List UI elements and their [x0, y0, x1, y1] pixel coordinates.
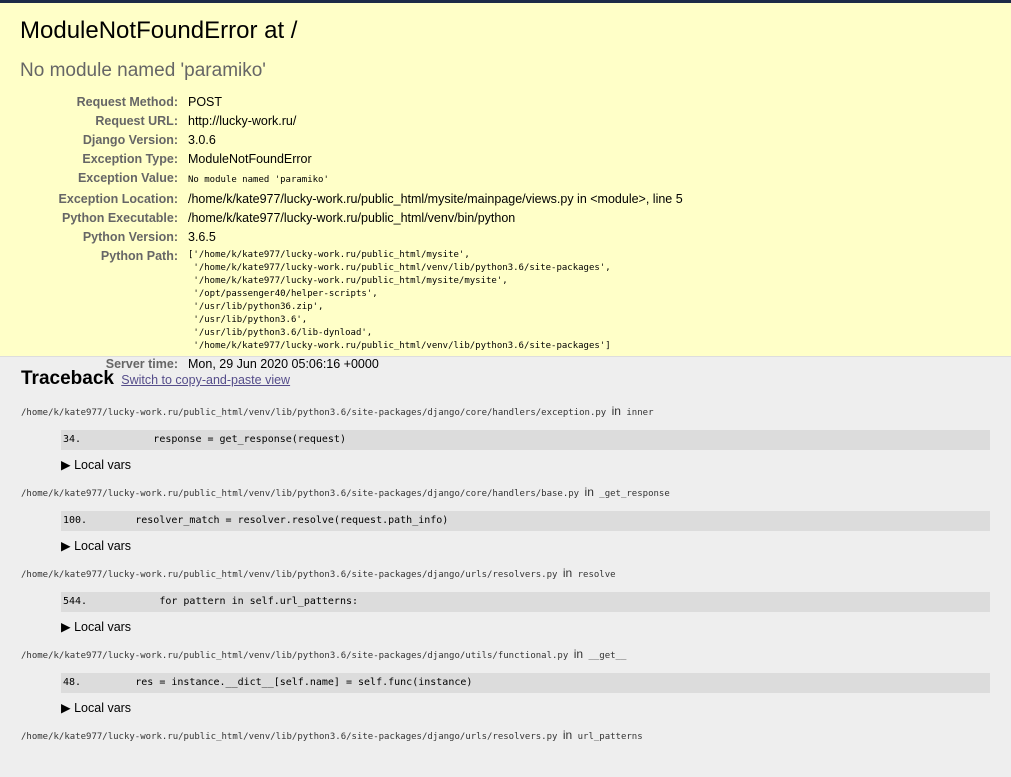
meta-row-exception-location: Exception Location: /home/k/kate977/luck… [30, 190, 683, 209]
frame-filename: /home/k/kate977/lucky-work.ru/public_htm… [21, 566, 990, 582]
frame-filename: /home/k/kate977/lucky-work.ru/public_htm… [21, 404, 990, 420]
frame-file-path: /home/k/kate977/lucky-work.ru/public_htm… [21, 732, 558, 742]
frame-in-word: in [562, 728, 573, 742]
meta-row-python-path: Python Path: ['/home/k/kate977/lucky-wor… [30, 247, 683, 355]
meta-value: 3.0.6 [188, 133, 216, 147]
meta-row-python-version: Python Version: 3.6.5 [30, 228, 683, 247]
meta-label: Python Version: [82, 230, 178, 244]
error-subtitle: No module named 'paramiko' [20, 60, 266, 81]
exception-value: No module named 'paramiko' [188, 175, 329, 185]
frame-context-line[interactable]: 544. for pattern in self.url_patterns: [61, 592, 990, 612]
meta-label: Exception Value: [77, 171, 178, 185]
meta-value: ['/home/k/kate977/lucky-work.ru/public_h… [188, 247, 683, 355]
frame-context-line[interactable]: 100. resolver_match = resolver.resolve(r… [61, 511, 990, 531]
meta-value: POST [188, 95, 223, 109]
meta-row-request-url: Request URL: http://lucky-work.ru/ [30, 112, 683, 131]
meta-value: 3.6.5 [188, 230, 216, 244]
meta-value: /home/k/kate977/lucky-work.ru/public_htm… [188, 211, 516, 225]
meta-row-exception-type: Exception Type: ModuleNotFoundError [30, 150, 683, 169]
meta-label: Request URL: [95, 114, 178, 128]
frame-file-path: /home/k/kate977/lucky-work.ru/public_htm… [21, 570, 558, 580]
traceback-frame: /home/k/kate977/lucky-work.ru/public_htm… [0, 647, 990, 716]
error-summary: ModuleNotFoundError at / No module named… [0, 3, 1011, 371]
request-meta-table: Request Method: POST Request URL: http:/… [30, 93, 683, 374]
traceback-title: Traceback [21, 368, 114, 389]
meta-label: Exception Type: [82, 152, 178, 166]
frame-context-line[interactable]: 34. response = get_response(request) [61, 430, 990, 450]
meta-label: Python Path: [100, 249, 178, 263]
local-vars-toggle[interactable]: ▶ Local vars [61, 619, 990, 635]
meta-row-exception-value: Exception Value: No module named 'parami… [30, 169, 683, 190]
frame-filename: /home/k/kate977/lucky-work.ru/public_htm… [21, 728, 990, 744]
traceback-frame: /home/k/kate977/lucky-work.ru/public_htm… [0, 485, 990, 554]
traceback-section: Traceback Switch to copy-and-paste view … [0, 357, 1011, 762]
meta-value: No module named 'paramiko' [188, 169, 683, 190]
local-vars-toggle[interactable]: ▶ Local vars [61, 457, 990, 473]
frame-in-word: in [611, 404, 621, 418]
local-vars-toggle[interactable]: ▶ Local vars [61, 700, 990, 716]
frame-function: __get__ [588, 651, 627, 661]
switch-to-copy-paste-link[interactable]: Switch to copy-and-paste view [121, 373, 290, 387]
python-path-list: ['/home/k/kate977/lucky-work.ru/public_h… [188, 250, 611, 351]
frame-filename: /home/k/kate977/lucky-work.ru/public_htm… [21, 647, 990, 663]
traceback-frame: /home/k/kate977/lucky-work.ru/public_htm… [0, 728, 990, 744]
frame-file-path: /home/k/kate977/lucky-work.ru/public_htm… [21, 408, 607, 418]
meta-label: Django Version: [82, 133, 178, 147]
meta-label: Python Executable: [62, 211, 178, 225]
meta-label: Request Method: [76, 95, 178, 109]
traceback-frame: /home/k/kate977/lucky-work.ru/public_htm… [0, 404, 990, 473]
frame-function: url_patterns [577, 732, 643, 742]
frame-file-path: /home/k/kate977/lucky-work.ru/public_htm… [21, 489, 580, 499]
meta-row-django-version: Django Version: 3.0.6 [30, 131, 683, 150]
frame-in-word: in [573, 647, 584, 661]
frame-context-line[interactable]: 48. res = instance.__dict__[self.name] =… [61, 673, 990, 693]
meta-value: ModuleNotFoundError [188, 152, 312, 166]
frame-filename: /home/k/kate977/lucky-work.ru/public_htm… [21, 485, 990, 501]
meta-value: /home/k/kate977/lucky-work.ru/public_htm… [188, 192, 683, 206]
error-title: ModuleNotFoundError at / [20, 17, 298, 44]
frame-function: _get_response [599, 489, 670, 499]
meta-value: http://lucky-work.ru/ [188, 114, 297, 128]
frame-in-word: in [584, 485, 594, 499]
meta-row-python-executable: Python Executable: /home/k/kate977/lucky… [30, 209, 683, 228]
traceback-frame: /home/k/kate977/lucky-work.ru/public_htm… [0, 566, 990, 635]
traceback-heading: Traceback Switch to copy-and-paste view [21, 367, 990, 392]
meta-row-request-method: Request Method: POST [30, 93, 683, 112]
meta-label: Exception Location: [58, 192, 178, 206]
local-vars-toggle[interactable]: ▶ Local vars [61, 538, 990, 554]
frame-function: resolve [577, 570, 616, 580]
frame-in-word: in [562, 566, 573, 580]
frame-function: inner [626, 408, 654, 418]
frame-file-path: /home/k/kate977/lucky-work.ru/public_htm… [21, 651, 569, 661]
